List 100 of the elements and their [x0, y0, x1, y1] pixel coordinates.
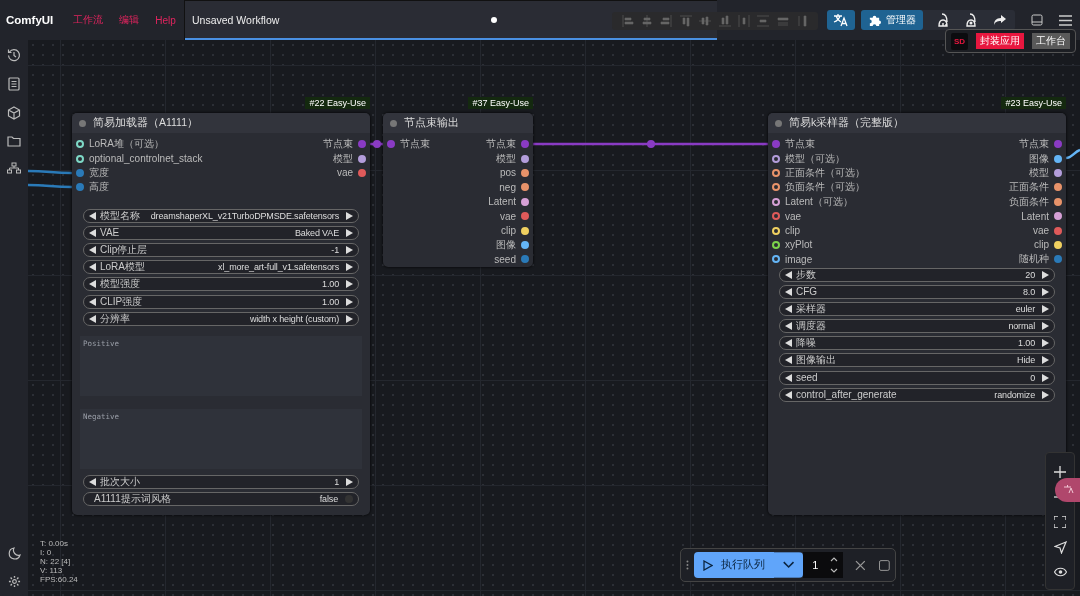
input-slot-icon[interactable]: [772, 183, 780, 192]
value-control[interactable]: 调度器 normal: [779, 319, 1055, 334]
collapse-dot-icon[interactable]: [775, 119, 782, 127]
output-label: vae: [499, 210, 516, 222]
output-slot-icon[interactable]: [1054, 168, 1062, 177]
input-slot-icon[interactable]: [772, 255, 780, 264]
align-icon[interactable]: [718, 15, 731, 27]
input-slot-icon[interactable]: [387, 140, 395, 149]
widget-label: 降噪: [796, 336, 816, 351]
plus-icon[interactable]: [1054, 465, 1066, 478]
hierarchy-icon[interactable]: [7, 162, 21, 174]
chevron-down-icon[interactable]: [773, 552, 804, 578]
cube-icon[interactable]: [7, 106, 21, 120]
book-icon[interactable]: [8, 77, 20, 91]
value-control[interactable]: 批次大小 1: [83, 475, 359, 490]
batch-count-field[interactable]: 1: [803, 552, 843, 578]
input-label: 节点束: [785, 137, 815, 152]
output-slot-icon[interactable]: [521, 183, 529, 192]
collapse-dot-icon[interactable]: [79, 119, 86, 127]
value-control[interactable]: Clip停止层 -1: [83, 242, 359, 257]
value-control[interactable]: LoRA模型 xl_more_art-full_v1.safetensors: [83, 260, 359, 275]
value-control[interactable]: 模型名称 dreamshaperXL_v21TurboDPMSDE.safetensors: [83, 208, 359, 223]
toggle-control[interactable]: A1111提示词风格 false: [83, 492, 359, 507]
input-slot-icon[interactable]: [76, 183, 84, 192]
share-icon[interactable]: [993, 14, 1007, 26]
output-slot-icon[interactable]: [1054, 197, 1062, 206]
right-arrow-icon[interactable]: [346, 478, 353, 487]
input-slot-icon[interactable]: [772, 140, 780, 149]
align-icon[interactable]: [699, 15, 712, 27]
eye-icon[interactable]: [1053, 566, 1067, 577]
menu-icon[interactable]: [1059, 14, 1072, 26]
popup-button[interactable]: 封装应用: [976, 33, 1024, 49]
align-icon[interactable]: [757, 15, 770, 27]
value-control[interactable]: 图像输出 Hide: [779, 353, 1055, 368]
folder-icon[interactable]: [7, 135, 21, 147]
align-icon[interactable]: [660, 15, 673, 27]
output-slot-icon[interactable]: [1054, 212, 1062, 221]
value-control[interactable]: 模型强度 1.00: [83, 277, 359, 292]
input-slot-icon[interactable]: [772, 212, 780, 221]
value-control[interactable]: 步数 20: [779, 267, 1055, 282]
spinner-icon[interactable]: [829, 555, 838, 575]
output-slot-icon[interactable]: [521, 168, 529, 177]
output-slot-icon[interactable]: [358, 154, 366, 163]
output-slot-icon[interactable]: [358, 168, 366, 177]
input-slot-icon[interactable]: [76, 168, 84, 177]
settings-icon[interactable]: [7, 575, 21, 588]
puzzle-icon: [868, 13, 881, 27]
align-icon[interactable]: [796, 15, 809, 27]
input-slot-icon[interactable]: [772, 168, 780, 177]
output-label: pos: [499, 167, 516, 179]
value-control[interactable]: seed 0: [779, 370, 1055, 385]
value-control[interactable]: CLIP强度 1.00: [83, 294, 359, 309]
output-slot-icon[interactable]: [521, 197, 529, 206]
output-slot-icon[interactable]: [521, 240, 529, 249]
input-slot-icon[interactable]: [76, 140, 84, 149]
input-label: 高度: [89, 180, 109, 195]
input-slot-icon[interactable]: [772, 154, 780, 163]
history-icon[interactable]: [7, 48, 21, 62]
value-control[interactable]: 降噪 1.00: [779, 336, 1055, 351]
input-slot-icon[interactable]: [772, 240, 780, 249]
output-slot-icon[interactable]: [1054, 154, 1062, 163]
link-midpoint[interactable]: [373, 140, 381, 148]
translate-bubble-icon[interactable]: [1055, 478, 1080, 502]
link-midpoint[interactable]: [647, 140, 655, 148]
input-slot-icon[interactable]: [772, 197, 780, 206]
send-icon[interactable]: [1053, 540, 1067, 554]
output-slot-icon[interactable]: [521, 212, 529, 221]
workflow-tab[interactable]: Unsaved Workflow: [185, 0, 717, 40]
popup-button[interactable]: 工作台: [1032, 33, 1070, 49]
fit-view-icon[interactable]: [1054, 515, 1066, 528]
manager-button[interactable]: 管理器: [861, 10, 923, 30]
run-queue-button[interactable]: 执行队列: [693, 552, 774, 578]
translate-button[interactable]: [827, 10, 855, 30]
widget-value: 1.00: [321, 279, 340, 290]
output-slot-icon[interactable]: [1054, 226, 1062, 235]
align-icon[interactable]: [641, 15, 654, 27]
panel-icon[interactable]: [1031, 14, 1043, 26]
value-control[interactable]: CFG 8.0: [779, 284, 1055, 299]
value-control[interactable]: control_after_generate randomize: [779, 387, 1055, 402]
value-control[interactable]: VAE Baked VAE: [83, 225, 359, 240]
align-icon[interactable]: [776, 15, 789, 27]
align-icon[interactable]: [679, 15, 692, 27]
output-slot-icon[interactable]: [521, 154, 529, 163]
align-icon[interactable]: [738, 15, 751, 27]
sd-logo[interactable]: SD: [951, 32, 968, 50]
left-arrow-icon[interactable]: [89, 478, 96, 487]
collapse-dot-icon[interactable]: [390, 119, 397, 127]
value-control[interactable]: 采样器 euler: [779, 301, 1055, 316]
menu-item[interactable]: 工作流: [73, 13, 104, 27]
stop-icon[interactable]: [879, 559, 890, 571]
align-icon[interactable]: [621, 15, 634, 27]
value-control[interactable]: 分辨率 width x height (custom): [83, 311, 359, 326]
moon-icon[interactable]: [7, 547, 21, 560]
input-slot-icon[interactable]: [76, 154, 84, 163]
output-label: neg: [499, 181, 516, 193]
output-slot-icon[interactable]: [1054, 183, 1062, 192]
widget-value: Hide: [1016, 355, 1036, 366]
drag-handle-icon[interactable]: [686, 560, 689, 570]
close-icon[interactable]: [854, 559, 866, 571]
menu-item[interactable]: 编辑: [119, 13, 140, 27]
